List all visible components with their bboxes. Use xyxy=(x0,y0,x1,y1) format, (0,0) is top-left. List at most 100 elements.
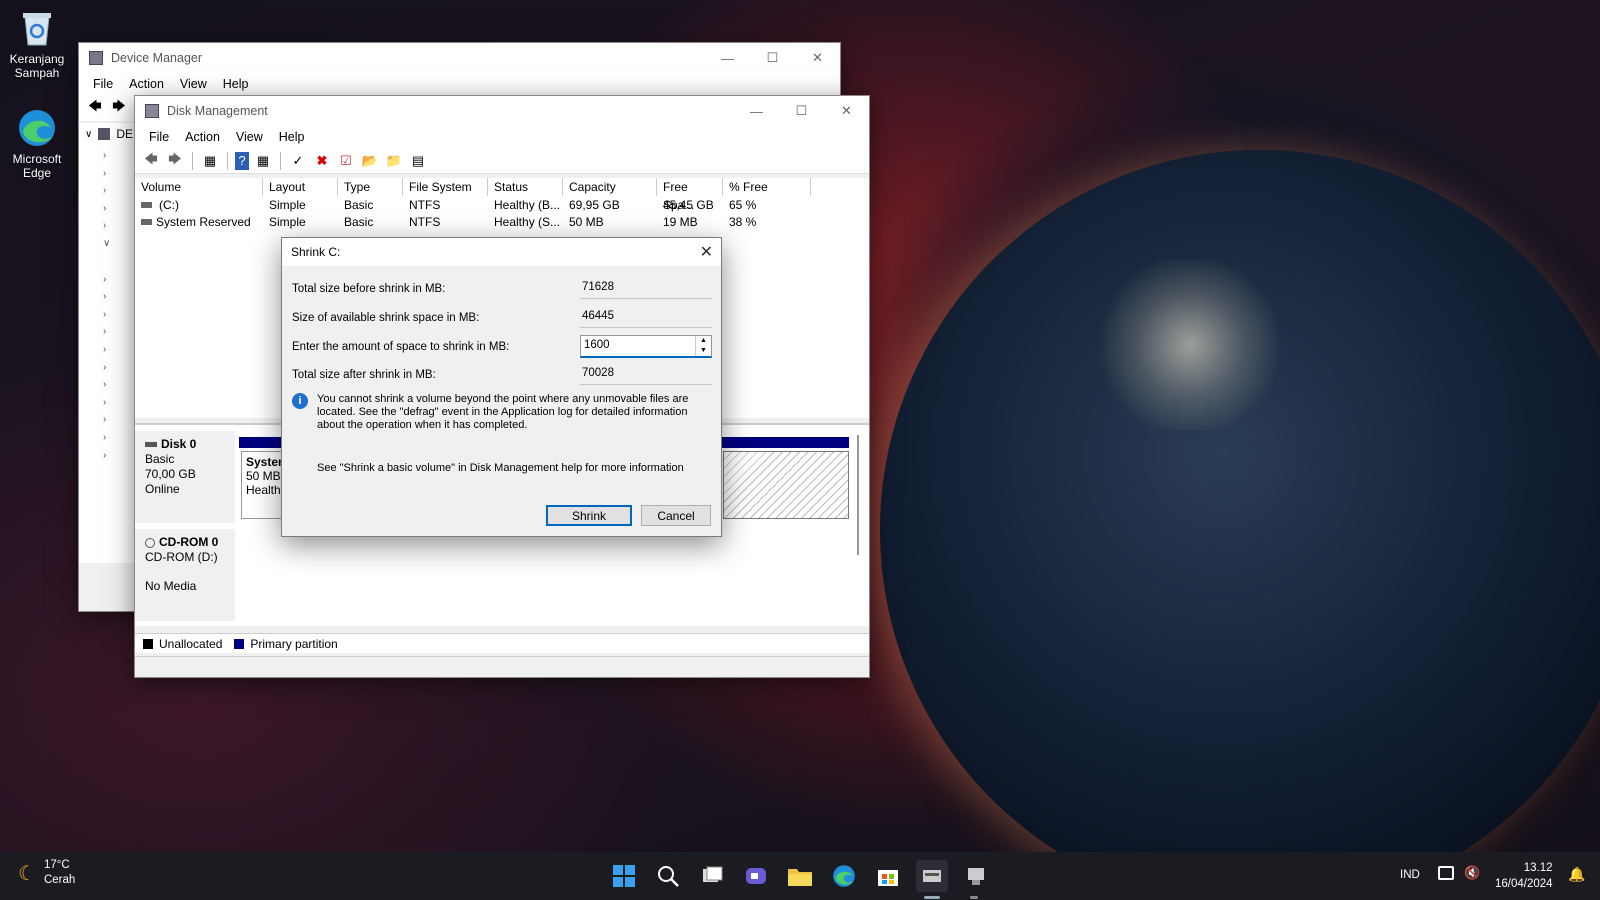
active-indicator xyxy=(970,896,978,899)
drive-icon xyxy=(141,202,152,208)
store-icon[interactable] xyxy=(872,860,904,892)
column-status[interactable]: Status xyxy=(488,178,563,196)
menu-help[interactable]: Help xyxy=(215,77,257,91)
file-explorer-icon[interactable] xyxy=(784,860,816,892)
chat-icon[interactable] xyxy=(740,860,772,892)
chevron-right-icon[interactable]: › xyxy=(103,306,133,324)
close-icon[interactable]: ✕ xyxy=(700,242,713,262)
network-icon[interactable] xyxy=(1438,866,1454,880)
desktop-icon-edge[interactable]: Microsoft Edge xyxy=(0,108,74,180)
moon-icon: ☾ xyxy=(18,862,36,885)
chevron-right-icon[interactable]: › xyxy=(103,147,133,165)
shrink-amount-input[interactable]: 1600 xyxy=(581,336,695,356)
column-layout[interactable]: Layout xyxy=(263,178,338,196)
toolbar: 🡄 🡆 ▦ ? ▦ ✓ ✖ ☑ 📂 📁 ▤ xyxy=(135,148,869,174)
cell-volume: System Reserved xyxy=(156,215,251,229)
disk0-info[interactable]: Disk 0 Basic 70,00 GB Online xyxy=(135,431,235,523)
back-icon[interactable]: 🡄 xyxy=(85,98,105,117)
table-row[interactable]: System Reserved Simple Basic NTFS Health… xyxy=(135,214,869,231)
spin-up-icon[interactable]: ▲ xyxy=(696,336,711,346)
minimize-icon[interactable]: — xyxy=(734,96,779,126)
check-icon[interactable]: ☑ xyxy=(336,152,356,170)
disk0-size: 70,00 GB xyxy=(145,467,196,481)
chevron-right-icon[interactable]: › xyxy=(103,165,133,183)
chevron-right-icon[interactable]: › xyxy=(103,359,133,377)
chevron-right-icon[interactable]: › xyxy=(103,341,133,359)
back-icon[interactable]: 🡄 xyxy=(141,151,161,170)
weather-widget[interactable]: ☾ 17°C Cerah xyxy=(18,858,75,888)
edge-taskbar-icon[interactable] xyxy=(828,860,860,892)
folder-up-icon[interactable]: 📂 xyxy=(360,152,380,170)
start-icon[interactable] xyxy=(608,860,640,892)
search-icon[interactable] xyxy=(652,860,684,892)
column-file-system[interactable]: File System xyxy=(403,178,488,196)
menu-help[interactable]: Help xyxy=(271,130,313,144)
menu-file[interactable]: File xyxy=(141,130,177,144)
maximize-icon[interactable]: ☐ xyxy=(779,96,824,126)
column-type[interactable]: Type xyxy=(338,178,403,196)
maximize-icon[interactable]: ☐ xyxy=(750,43,795,73)
close-icon[interactable]: ✕ xyxy=(795,43,840,73)
menu-action[interactable]: Action xyxy=(177,130,228,144)
search-folder-icon[interactable]: 📁 xyxy=(384,152,404,170)
task-view-icon[interactable] xyxy=(696,860,728,892)
forward-icon[interactable]: 🡆 xyxy=(165,151,185,170)
notification-icon[interactable]: 🔔 xyxy=(1568,866,1585,883)
chevron-right-icon[interactable]: › xyxy=(103,429,133,447)
partition-c-selected[interactable] xyxy=(723,451,849,519)
chevron-right-icon[interactable]: › xyxy=(103,323,133,341)
cancel-button[interactable]: Cancel xyxy=(641,505,711,526)
label-amount: Enter the amount of space to shrink in M… xyxy=(292,341,510,353)
chevron-right-icon[interactable]: › xyxy=(103,376,133,394)
menu-view[interactable]: View xyxy=(172,77,215,91)
connect-icon[interactable]: ✓ xyxy=(288,152,308,170)
cdrom-info[interactable]: CD-ROM 0 CD-ROM (D:) No Media xyxy=(135,529,235,621)
vertical-scrollbar[interactable] xyxy=(857,435,859,555)
forward-icon[interactable]: 🡆 xyxy=(109,98,129,117)
taskbar: ☾ 17°C Cerah IND 🔇 13.12 16/04/2024 🔔 xyxy=(0,852,1600,900)
cell-status: Healthy (B... xyxy=(494,198,561,212)
menu-file[interactable]: File xyxy=(85,77,121,91)
chevron-right-icon[interactable]: › xyxy=(103,411,133,429)
chevron-right-icon[interactable]: › xyxy=(103,182,133,200)
table-row[interactable]: (C:) Simple Basic NTFS Healthy (B... 69,… xyxy=(135,197,869,214)
clock[interactable]: 13.12 16/04/2024 xyxy=(1495,860,1553,892)
shrink-button[interactable]: Shrink xyxy=(546,505,632,526)
recycle-bin-icon xyxy=(17,8,57,48)
menu-action[interactable]: Action xyxy=(121,77,172,91)
volume-muted-icon[interactable]: 🔇 xyxy=(1464,865,1480,881)
chevron-right-icon[interactable]: › xyxy=(103,447,133,465)
cell-capacity: 69,95 GB xyxy=(569,198,620,212)
help-icon[interactable]: ? xyxy=(235,151,249,170)
clock-time: 13.12 xyxy=(1523,862,1553,874)
chevron-right-icon[interactable]: › xyxy=(103,217,133,235)
list-view-icon[interactable]: ▦ xyxy=(200,152,220,170)
shrink-amount-stepper[interactable]: 1600 ▲ ▼ xyxy=(580,335,712,358)
chevron-right-icon[interactable]: › xyxy=(103,394,133,412)
language-indicator[interactable]: IND xyxy=(1400,869,1420,881)
cdrom-media: No Media xyxy=(145,579,197,593)
delete-icon[interactable]: ✖ xyxy=(312,152,332,170)
chevron-right-icon[interactable]: › xyxy=(103,200,133,218)
menu-bar: File Action View Help xyxy=(79,73,840,95)
chevron-down-icon[interactable]: ∨ xyxy=(103,235,133,253)
properties-icon[interactable]: ▦ xyxy=(253,152,273,170)
dialog-titlebar[interactable]: Shrink C: xyxy=(282,238,721,266)
close-icon[interactable]: ✕ xyxy=(824,96,869,126)
settings-icon[interactable]: ▤ xyxy=(408,152,428,170)
chevron-down-icon[interactable]: ∨ xyxy=(85,129,92,140)
disk-management-taskbar-icon[interactable] xyxy=(916,860,948,892)
desktop-icon-recycle-bin[interactable]: Keranjang Sampah xyxy=(0,8,74,80)
minimize-icon[interactable]: — xyxy=(705,43,750,73)
spin-down-icon[interactable]: ▼ xyxy=(696,346,711,356)
device-manager-taskbar-icon[interactable] xyxy=(960,860,992,892)
column-capacity[interactable]: Capacity xyxy=(563,178,657,196)
column-percent-free[interactable]: % Free xyxy=(723,178,811,196)
menu-view[interactable]: View xyxy=(228,130,271,144)
cdrom-drive: CD-ROM (D:) xyxy=(145,550,218,564)
column-free-space[interactable]: Free Spa... xyxy=(657,178,723,212)
cell-type: Basic xyxy=(344,215,374,229)
chevron-right-icon[interactable]: › xyxy=(103,288,133,306)
chevron-right-icon[interactable]: › xyxy=(103,271,133,289)
column-volume[interactable]: Volume xyxy=(135,178,263,196)
